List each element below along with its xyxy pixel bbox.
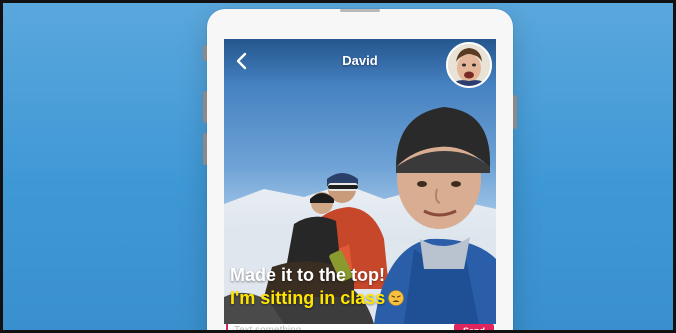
avatar-photo xyxy=(448,44,490,86)
phone-speaker xyxy=(340,9,380,12)
compose-bar: Send xyxy=(224,324,496,330)
send-button[interactable]: Send xyxy=(454,324,494,330)
message-input[interactable] xyxy=(226,324,448,330)
volume-down-button xyxy=(203,133,207,165)
reply-text: I'm sitting in class xyxy=(230,288,386,308)
mute-switch xyxy=(203,45,207,61)
chat-header: David xyxy=(224,39,496,88)
screenshot-frame: David Made it to the top! I'm sitting in… xyxy=(0,0,676,333)
contact-name: David xyxy=(342,53,378,68)
reply-message: I'm sitting in class xyxy=(230,287,492,309)
weary-face-emoji-icon xyxy=(388,290,405,306)
phone-device: David Made it to the top! I'm sitting in… xyxy=(203,9,517,330)
avatar[interactable] xyxy=(446,42,492,88)
app-screen: David Made it to the top! I'm sitting in… xyxy=(224,39,496,330)
chevron-left-icon[interactable] xyxy=(233,51,251,71)
power-button xyxy=(513,95,517,129)
photo-caption: Made it to the top! xyxy=(230,265,385,285)
volume-up-button xyxy=(203,91,207,123)
